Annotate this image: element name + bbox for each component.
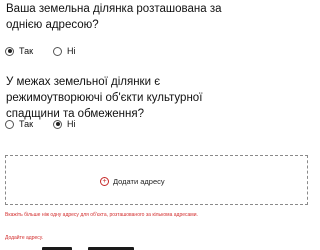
radio-option-no[interactable]: Ні <box>53 46 76 56</box>
radio-yes-checked[interactable] <box>5 46 14 56</box>
land-plot-form: Ваша земельна ділянка розташована за одн… <box>0 0 320 250</box>
question-single-address: Ваша земельна ділянка розташована за одн… <box>6 3 222 31</box>
address-dropzone: + Додати адресу <box>5 155 308 205</box>
error-address-required: Додайте адресу. <box>5 235 44 241</box>
radio-yes[interactable] <box>5 119 14 129</box>
plus-circle-icon: + <box>100 177 109 186</box>
radio-option-label: Ні <box>67 119 76 129</box>
add-address-label: Додати адресу <box>113 177 165 186</box>
question-cultural-heritage: У межах земельної ділянки є режимоутворю… <box>6 76 203 120</box>
radio-option-yes[interactable]: Так <box>5 119 33 129</box>
radio-option-label: Так <box>19 46 34 56</box>
add-address-button[interactable]: + Додати адресу <box>100 177 165 186</box>
radio-group-single-address: Так Ні <box>5 46 96 56</box>
radio-option-label: Так <box>19 119 34 129</box>
error-multiple-addresses: Вкажіть більше ніж одну адресу для об'єк… <box>5 212 198 218</box>
radio-option-label: Ні <box>67 46 76 56</box>
radio-group-cultural-heritage: Так Ні <box>5 119 96 129</box>
radio-option-no[interactable]: Ні <box>53 119 76 129</box>
radio-option-yes[interactable]: Так <box>5 46 33 56</box>
radio-no[interactable] <box>53 46 63 56</box>
radio-no-checked[interactable] <box>53 119 63 129</box>
